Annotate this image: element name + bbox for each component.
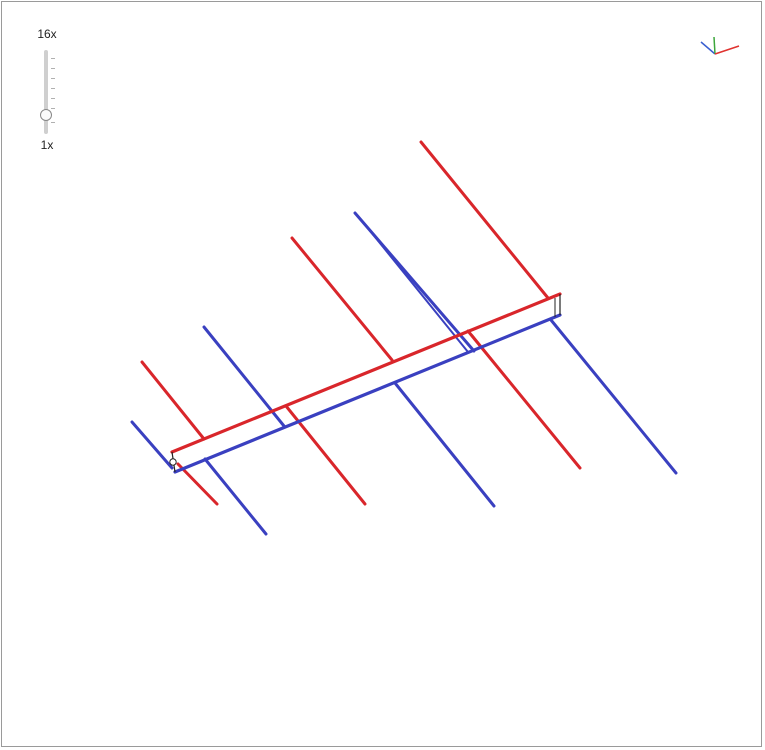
red-element-3-lower[interactable] [466,329,582,470]
blue-element-3-upper[interactable] [353,211,476,353]
red-element-1-upper[interactable] [140,360,206,441]
antenna-model[interactable] [2,2,763,748]
blue-element-1-upper[interactable] [130,420,174,470]
red-element-2-upper[interactable] [290,236,394,362]
3d-viewport[interactable]: 16x 1x [1,1,762,747]
blue-element-3-lower[interactable] [549,318,678,475]
feed-point [169,458,177,466]
blue-element-2-lower[interactable] [393,381,496,508]
blue-element-1-lower[interactable] [203,457,268,536]
boom-bottom-edge [173,313,562,474]
red-element-3-upper[interactable] [419,140,550,300]
